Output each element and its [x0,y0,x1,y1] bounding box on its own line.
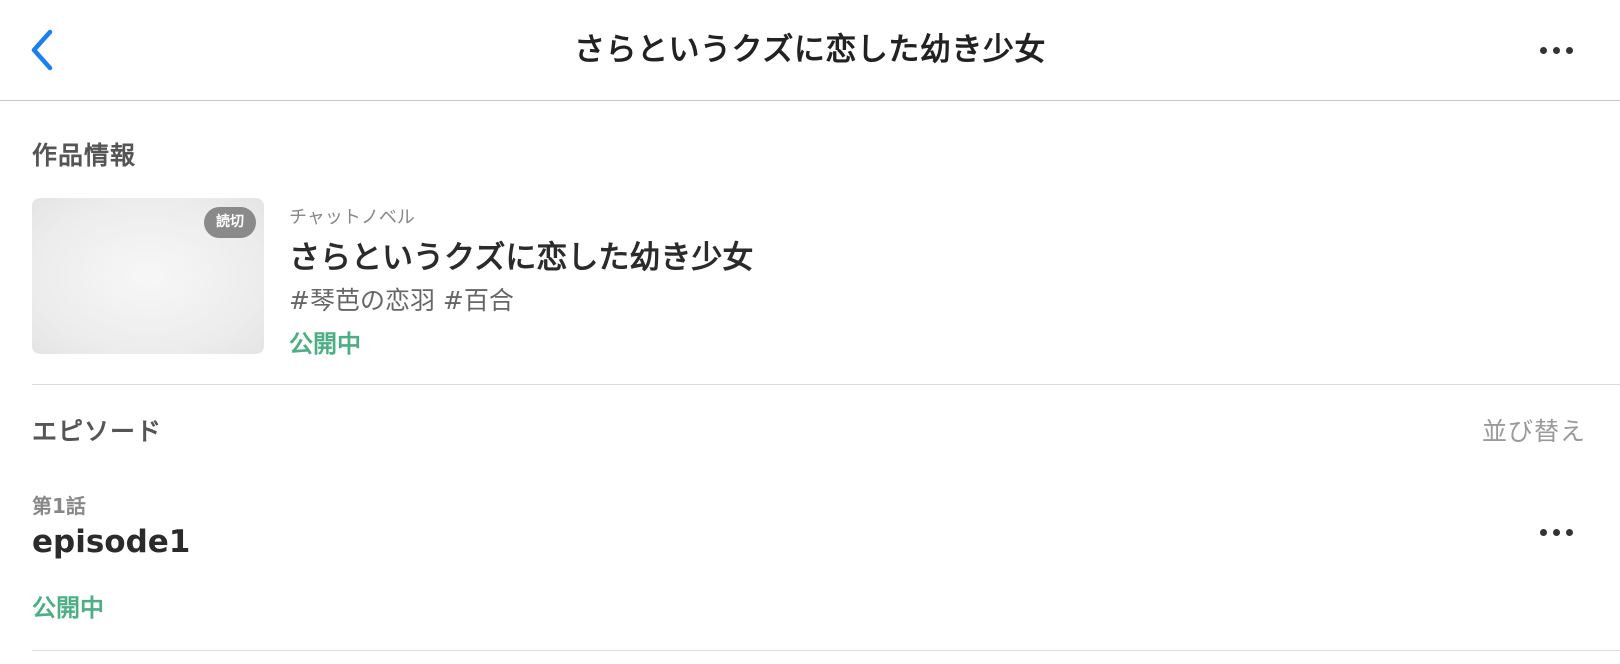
episode-title: episode1 [32,524,191,560]
sort-button[interactable]: 並び替え [1482,412,1586,448]
episode-row[interactable]: 第1話 episode1 公開中 [32,484,1620,634]
divider [32,384,1620,385]
work-title: さらというクズに恋した幼き少女 [289,240,754,276]
work-tags: #琴芭の恋羽 #百合 [289,286,514,315]
navigation-bar: さらというクズに恋した幼き少女 [0,0,1620,101]
divider [32,650,1620,651]
page-title: さらというクズに恋した幼き少女 [574,32,1046,68]
work-genre: チャットノベル [289,207,415,228]
more-horizontal-icon [1539,528,1573,536]
episode-number: 第1話 [32,494,86,518]
oneshot-badge: 読切 [204,207,256,238]
more-horizontal-icon [1539,46,1573,54]
work-card[interactable]: 読切 チャットノベル さらというクズに恋した幼き少女 #琴芭の恋羽 #百合 公開… [32,198,1620,358]
more-options-button[interactable] [1526,30,1586,70]
episode-status: 公開中 [32,594,104,622]
work-status: 公開中 [289,330,361,358]
work-thumbnail: 読切 [32,198,264,354]
episode-section-title: エピソード [32,417,163,446]
work-info-section-title: 作品情報 [32,141,137,170]
episode-more-button[interactable] [1526,512,1586,552]
